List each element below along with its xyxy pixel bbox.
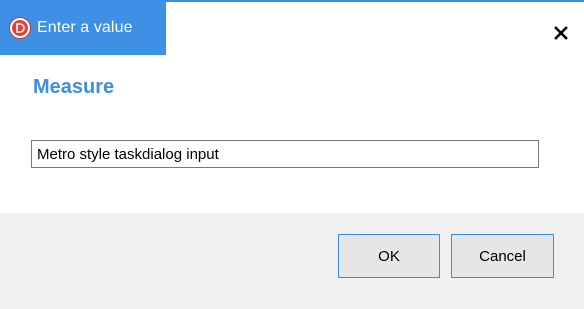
window-title: Enter a value	[37, 18, 133, 36]
close-button[interactable]	[550, 22, 572, 44]
title-bar[interactable]: Enter a value	[0, 0, 166, 55]
ok-button[interactable]: OK	[338, 234, 440, 278]
value-input[interactable]	[31, 140, 539, 168]
cancel-button[interactable]: Cancel	[451, 234, 554, 278]
dialog-heading: Measure	[33, 76, 115, 98]
app-logo-icon	[10, 17, 30, 38]
close-icon	[554, 26, 568, 40]
task-dialog: Enter a value Measure OK Cancel	[0, 0, 584, 309]
button-footer: OK Cancel	[0, 213, 584, 309]
